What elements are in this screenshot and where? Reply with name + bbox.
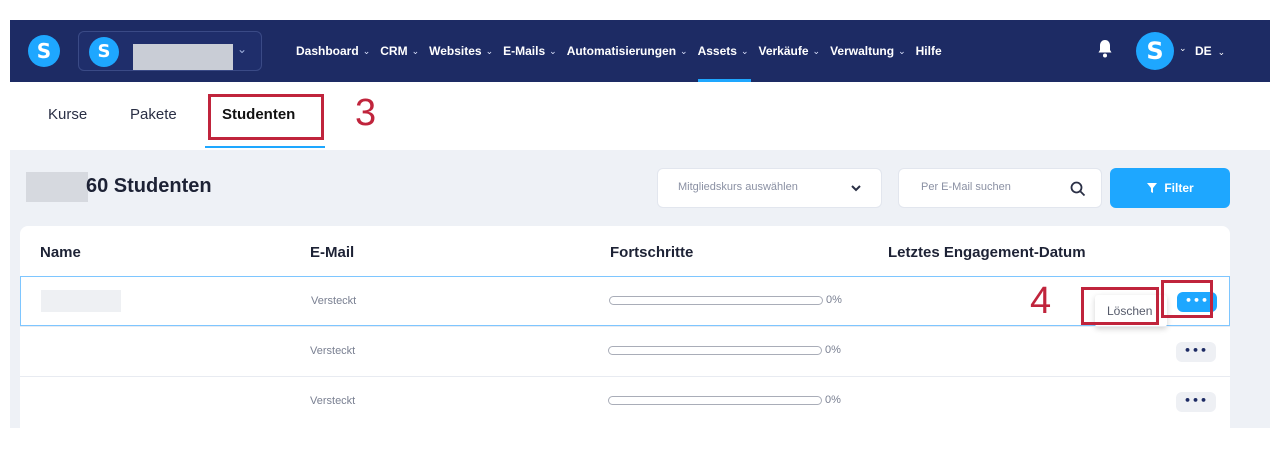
nav-label: CRM [380, 44, 408, 58]
students-table: Name E-Mail Fortschritte Letztes Engagem… [20, 226, 1230, 428]
language-switcher[interactable]: DE ⌄ [1195, 20, 1225, 82]
tab-kurse[interactable]: Kurse [48, 106, 87, 123]
nav-item-verwaltung[interactable]: Verwaltung ⌄ [825, 20, 911, 82]
nav-item-dashboard[interactable]: Dashboard ⌄ [291, 20, 375, 82]
page-title: 60 Studenten [86, 175, 212, 197]
header-email[interactable]: E-Mail [310, 244, 354, 261]
nav-item-verkaeufe[interactable]: Verkäufe ⌄ [753, 20, 825, 82]
course-select-placeholder: Mitgliedskurs auswählen [678, 181, 798, 193]
nav-label: Assets [697, 44, 737, 58]
progress-percent: 0% [825, 394, 841, 406]
nav-label: Automatisierungen [566, 44, 677, 58]
nav-item-automatisierungen[interactable]: Automatisierungen ⌄ [562, 20, 693, 82]
account-logo: S [89, 37, 119, 67]
progress-bar [609, 296, 823, 305]
nav-item-hilfe[interactable]: Hilfe [911, 20, 947, 82]
student-email: Versteckt [310, 395, 356, 407]
nav-label: Dashboard [296, 44, 359, 58]
header-progress[interactable]: Fortschritte [610, 244, 693, 261]
sub-tabs: Kurse Pakete Studenten 3 [10, 82, 1270, 148]
table-row[interactable]: Versteckt 0% ••• [20, 376, 1230, 426]
chevron-down-icon[interactable]: ⌄ [1179, 44, 1187, 54]
chevron-down-icon: ⌄ [898, 46, 906, 56]
chevron-down-icon: ⌄ [740, 46, 749, 56]
student-email: Versteckt [310, 345, 356, 357]
email-search-placeholder: Per E-Mail suchen [921, 181, 1011, 193]
bell-icon[interactable] [1097, 39, 1113, 59]
header-last-engagement[interactable]: Letztes Engagement-Datum [888, 244, 1086, 261]
student-email: Versteckt [311, 295, 357, 307]
chevron-down-icon: ⌄ [812, 46, 821, 56]
nav-item-websites[interactable]: Websites ⌄ [424, 20, 498, 82]
filter-funnel-icon [1147, 183, 1158, 193]
search-icon[interactable] [1069, 180, 1087, 198]
email-search-input[interactable]: Per E-Mail suchen [898, 168, 1102, 208]
nav-label: Hilfe [915, 44, 942, 58]
nav-label: Verkäufe [758, 44, 809, 58]
more-dots-icon[interactable]: ••• [1176, 342, 1216, 362]
chevron-down-icon: ⌄ [680, 46, 688, 56]
chevron-down-icon: ⌄ [237, 42, 248, 56]
progress-percent: 0% [825, 344, 841, 356]
nav-label: Websites [429, 44, 482, 58]
chevron-down-icon: ⌄ [362, 46, 371, 56]
annotation-step-number: 4 [1030, 280, 1052, 322]
annotation-highlight-box [1161, 280, 1213, 318]
progress-bar [608, 346, 822, 355]
annotation-highlight-box [208, 94, 324, 140]
filter-button[interactable]: Filter [1110, 168, 1230, 208]
app-logo[interactable]: S [28, 35, 60, 67]
course-select[interactable]: Mitgliedskurs auswählen [657, 168, 882, 208]
nav-item-crm[interactable]: CRM ⌄ [375, 20, 424, 82]
chevron-down-icon: ⌄ [411, 46, 420, 56]
active-tab-indicator [205, 146, 325, 148]
account-switcher[interactable]: S ⌄ [78, 31, 262, 71]
chevron-down-icon: ⌄ [485, 46, 494, 56]
main-nav: Dashboard ⌄ CRM ⌄ Websites ⌄ E-Mails ⌄ Autom… [291, 20, 947, 82]
tab-pakete[interactable]: Pakete [130, 106, 177, 123]
chevron-down-icon [851, 185, 861, 192]
language-label: DE [1195, 44, 1212, 58]
account-name-redacted [133, 44, 233, 70]
title-redacted [26, 172, 88, 202]
filter-label: Filter [1164, 181, 1194, 195]
progress-percent: 0% [826, 294, 842, 306]
progress-bar [608, 396, 822, 405]
user-avatar[interactable]: S [1136, 32, 1174, 70]
chevron-down-icon: ⌄ [1217, 47, 1226, 57]
chevron-down-icon: ⌄ [549, 46, 557, 56]
annotation-step-number: 3 [355, 92, 377, 134]
student-name-redacted [41, 290, 121, 312]
annotation-highlight-box [1081, 287, 1159, 325]
top-navbar: S S ⌄ Dashboard ⌄ CRM ⌄ Websites ⌄ E-Mails ⌄… [10, 20, 1270, 82]
table-row[interactable]: Versteckt 0% ••• [20, 326, 1230, 376]
more-dots-icon[interactable]: ••• [1176, 392, 1216, 412]
nav-label: E-Mails [503, 44, 546, 58]
nav-item-emails[interactable]: E-Mails ⌄ [498, 20, 562, 82]
nav-label: Verwaltung [830, 44, 895, 58]
header-name[interactable]: Name [40, 244, 81, 261]
nav-item-assets[interactable]: Assets ⌄ [693, 20, 754, 82]
